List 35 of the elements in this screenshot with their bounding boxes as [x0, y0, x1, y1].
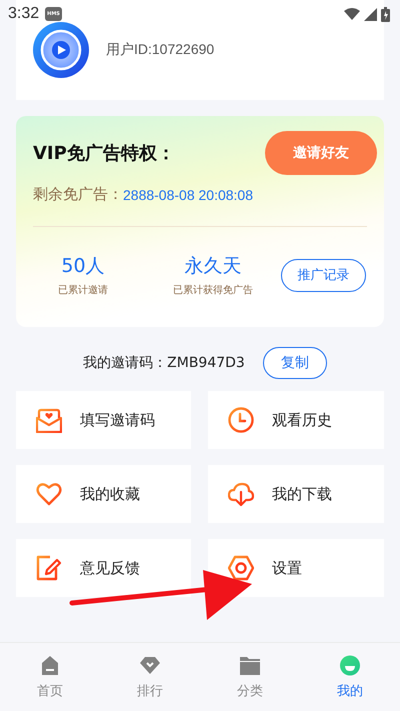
- smiley-icon: [340, 654, 360, 676]
- menu-item[interactable]: 填写邀请码: [16, 391, 191, 449]
- user-id: 用户ID:10722690: [106, 41, 214, 59]
- stat-label: 已累计获得免广告: [173, 284, 253, 297]
- nav-tab[interactable]: 我的: [300, 643, 400, 711]
- nav-tab[interactable]: 排行: [100, 643, 200, 711]
- stat-value: 永久天: [184, 254, 242, 279]
- stat-value: 50人: [61, 254, 105, 279]
- nav-tab[interactable]: 分类: [200, 643, 300, 711]
- signal-icon: [364, 8, 377, 20]
- heart-icon: [36, 481, 62, 507]
- status-time: 3:32: [8, 5, 40, 23]
- app-logo-icon: [33, 22, 89, 78]
- stat-label: 已累计邀请: [58, 284, 108, 297]
- edit-icon: [36, 555, 62, 581]
- remaining-label: 剩余免广告：: [33, 185, 123, 204]
- menu-item[interactable]: 我的下载: [208, 465, 384, 523]
- home-icon: [40, 654, 60, 676]
- copy-button[interactable]: 复制: [262, 347, 327, 379]
- cloud-download-icon: [228, 481, 254, 507]
- settings-icon: [228, 555, 254, 581]
- vip-title: VIP免广告特权：: [33, 142, 175, 165]
- folder-icon: [240, 654, 260, 676]
- wifi-icon: [344, 7, 360, 21]
- invite-friends-button[interactable]: 邀请好友: [265, 131, 377, 175]
- menu-item[interactable]: 观看历史: [208, 391, 384, 449]
- menu-item[interactable]: 意见反馈: [16, 539, 191, 597]
- clock-icon: [228, 407, 254, 433]
- promotion-record-button[interactable]: 推广记录: [281, 258, 366, 292]
- nav-tab[interactable]: 首页: [0, 643, 100, 711]
- envelope-icon: [36, 407, 62, 433]
- diamond-icon: [140, 654, 160, 676]
- remaining-value: 2888-08-08 20:08:08: [123, 186, 253, 202]
- menu-item[interactable]: 我的收藏: [16, 465, 191, 523]
- invite-code: 我的邀请码：ZMB947D3: [83, 354, 245, 372]
